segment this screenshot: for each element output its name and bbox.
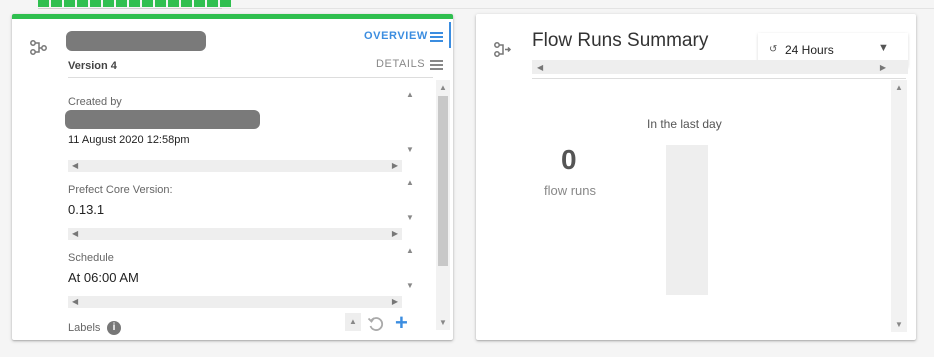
progress-segment [129, 0, 140, 7]
header-divider [68, 77, 433, 78]
progress-segment [207, 0, 218, 7]
details-menu-icon[interactable] [430, 60, 443, 72]
version-label: Version 4 [68, 60, 117, 72]
period-label: In the last day [647, 117, 722, 131]
flow-icon [29, 38, 51, 60]
add-label-button[interactable]: + [395, 310, 408, 336]
creator-name-redacted [65, 110, 260, 129]
progress-segment [64, 0, 75, 7]
progress-segment [155, 0, 166, 7]
chevron-down-icon: ▼ [878, 42, 889, 54]
progress-segment [142, 0, 153, 7]
top-progress-strip [38, 0, 231, 9]
run-count: 0 [561, 144, 577, 175]
progress-segment [103, 0, 114, 7]
summary-vertical-scrollbar[interactable]: ▲ ▼ [891, 80, 907, 332]
flow-name-redacted [66, 31, 206, 51]
progress-segment [51, 0, 62, 7]
core-version-label: Prefect Core Version: [68, 184, 173, 196]
summary-divider [532, 78, 906, 79]
schedule-hscroll[interactable]: ◀ ▶ [68, 296, 402, 308]
progress-segment [194, 0, 205, 7]
created-by-label: Created by [68, 96, 122, 108]
progress-segment [116, 0, 127, 7]
progress-segment [90, 0, 101, 7]
run-count-label: flow runs [544, 183, 597, 198]
main-vertical-scrollbar[interactable]: ▲ ▼ [436, 80, 450, 330]
created-date: 11 August 2020 12:58pm [68, 134, 190, 146]
summary-hscroll[interactable]: ◀ ▶ [532, 60, 908, 74]
reset-icon[interactable] [367, 315, 385, 333]
core-version-scrollbar[interactable]: ▲ ▼ [402, 176, 418, 224]
core-version-hscroll[interactable]: ◀ ▶ [68, 228, 402, 240]
flow-runs-icon [493, 40, 515, 62]
labels-label: Labels [68, 322, 101, 334]
progress-segment [77, 0, 88, 7]
info-icon[interactable]: i [107, 321, 121, 335]
overview-menu-icon[interactable] [430, 32, 443, 44]
tab-details[interactable]: DETAILS [376, 58, 425, 70]
core-version-value: 0.13.1 [68, 202, 105, 217]
created-section-hscroll[interactable]: ◀ ▶ [68, 160, 402, 172]
created-section-scrollbar[interactable]: ▲ ▼ [402, 88, 418, 156]
progress-segment [220, 0, 231, 7]
progress-segment [181, 0, 192, 7]
time-range-value: 24 Hours [785, 43, 834, 57]
schedule-scrollbar[interactable]: ▲ ▼ [402, 244, 418, 292]
schedule-label: Schedule [68, 252, 114, 264]
run-history-bar [666, 145, 708, 295]
progress-segment [38, 0, 49, 7]
progress-segment [168, 0, 179, 7]
active-tab-indicator [449, 22, 451, 48]
history-icon: ↺ [769, 44, 778, 55]
schedule-value: At 06:00 AM [68, 270, 139, 285]
summary-title: Flow Runs Summary [532, 30, 709, 51]
labels-scroll-up[interactable]: ▲ [345, 313, 361, 331]
tab-overview[interactable]: OVERVIEW [364, 30, 428, 42]
top-divider [222, 8, 934, 9]
